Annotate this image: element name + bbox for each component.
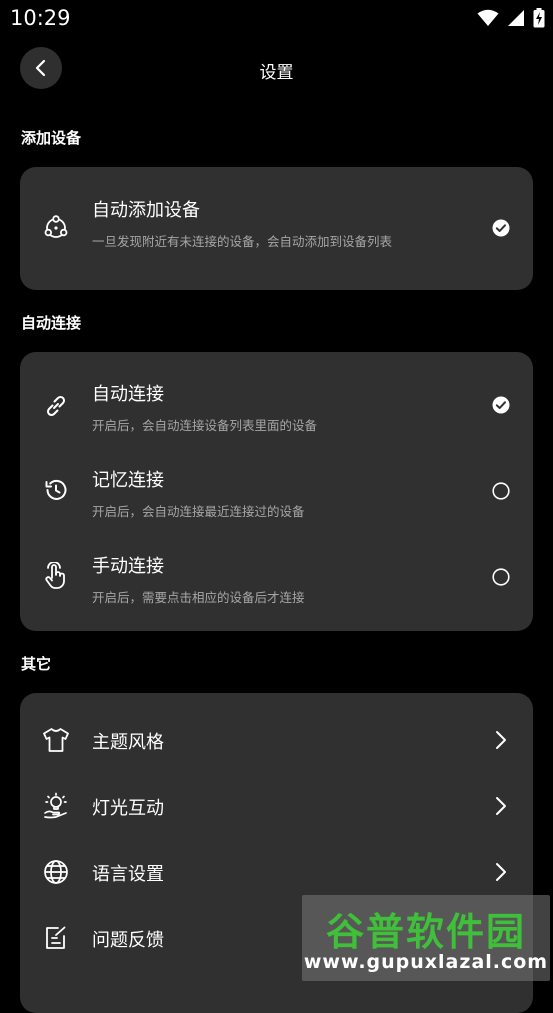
section-title-add-device: 添加设备 bbox=[21, 129, 82, 147]
connect-option-radio[interactable] bbox=[489, 565, 513, 589]
top-app-bar: 设置 bbox=[0, 46, 553, 92]
menu-item-label: 问题反馈 bbox=[92, 930, 164, 951]
auto-add-device-desc: 一旦发现附近有未连接的设备，会自动添加到设备列表 bbox=[92, 234, 393, 249]
section-title-other: 其它 bbox=[21, 655, 52, 673]
status-icons bbox=[477, 7, 545, 29]
menu-item-label: 语言设置 bbox=[92, 864, 164, 885]
section-title-auto-connect: 自动连接 bbox=[21, 314, 82, 332]
connect-option-desc: 开启后，会自动连接设备列表里面的设备 bbox=[92, 418, 318, 433]
status-bar: 10:29 bbox=[0, 0, 553, 38]
connect-option-auto[interactable]: 自动连接 开启后，会自动连接设备列表里面的设备 bbox=[20, 364, 533, 450]
link-icon bbox=[40, 390, 72, 422]
chevron-right-icon bbox=[489, 728, 513, 752]
auto-add-device-option[interactable]: 自动添加设备 一旦发现附近有未连接的设备，会自动添加到设备列表 bbox=[20, 167, 533, 290]
menu-item-label: 灯光互动 bbox=[92, 798, 164, 819]
auto-add-device-title: 自动添加设备 bbox=[92, 200, 200, 221]
menu-item-theme[interactable]: 主题风格 bbox=[20, 707, 533, 773]
hand-tap-icon bbox=[40, 560, 72, 592]
auto-add-checkbox[interactable] bbox=[489, 216, 513, 240]
watermark-url: www.gupuxlazal.com bbox=[303, 951, 549, 973]
menu-item-light-interaction[interactable]: 灯光互动 bbox=[20, 773, 533, 839]
chevron-right-icon bbox=[489, 860, 513, 884]
connect-option-desc: 开启后，会自动连接最近连接过的设备 bbox=[92, 504, 305, 519]
page-title: 设置 bbox=[259, 63, 294, 83]
battery-charging-icon bbox=[533, 8, 545, 28]
chevron-right-icon bbox=[489, 794, 513, 818]
wifi-icon bbox=[477, 9, 499, 26]
connect-option-memory[interactable]: 记忆连接 开启后，会自动连接最近连接过的设备 bbox=[20, 450, 533, 536]
history-clock-icon bbox=[40, 474, 72, 506]
globe-icon bbox=[40, 856, 72, 888]
feedback-edit-icon bbox=[40, 922, 72, 954]
connect-option-title: 手动连接 bbox=[92, 556, 164, 577]
radio-unchecked-icon bbox=[492, 482, 510, 500]
check-circle-icon bbox=[492, 396, 510, 414]
card-auto-connect: 自动连接 开启后，会自动连接设备列表里面的设备 记忆连接 开启后，会自动连接最近… bbox=[20, 352, 533, 631]
status-time: 10:29 bbox=[10, 6, 71, 30]
watermark-brand: 谷普软件园 bbox=[325, 910, 526, 954]
card-add-device: 自动添加设备 一旦发现附近有未连接的设备，会自动添加到设备列表 bbox=[20, 167, 533, 290]
radio-unchecked-icon bbox=[492, 568, 510, 586]
connect-option-radio-selected[interactable] bbox=[489, 393, 513, 417]
connect-option-radio[interactable] bbox=[489, 479, 513, 503]
connect-option-manual[interactable]: 手动连接 开启后，需要点击相应的设备后才连接 bbox=[20, 536, 533, 622]
connect-option-desc: 开启后，需要点击相应的设备后才连接 bbox=[92, 590, 305, 605]
check-circle-icon bbox=[492, 219, 510, 237]
light-bulb-icon bbox=[40, 790, 72, 822]
watermark-logo: 谷普软件园 www.gupuxlazal.com bbox=[302, 895, 550, 981]
connect-option-title: 自动连接 bbox=[92, 384, 164, 405]
menu-item-label: 主题风格 bbox=[92, 732, 164, 753]
device-discovery-icon bbox=[40, 212, 72, 244]
tshirt-icon bbox=[40, 724, 72, 756]
cellular-signal-icon bbox=[508, 10, 524, 26]
connect-option-title: 记忆连接 bbox=[92, 470, 164, 491]
